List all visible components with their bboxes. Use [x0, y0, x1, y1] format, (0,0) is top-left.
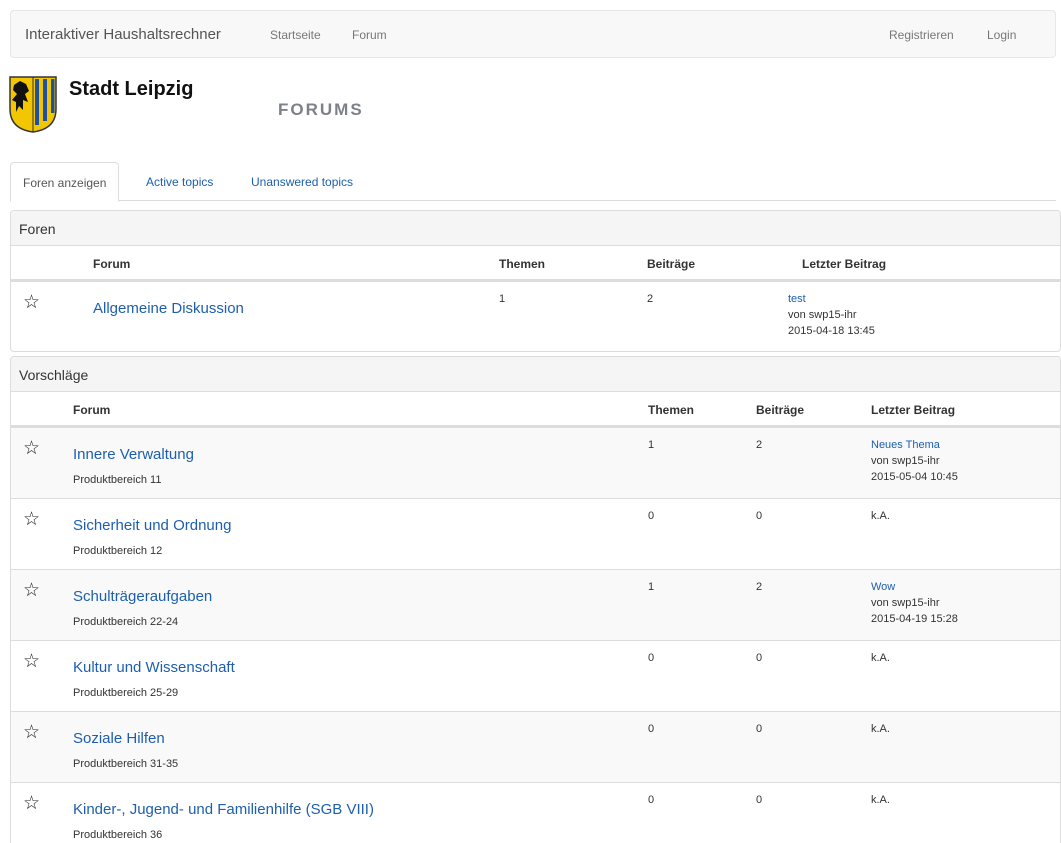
topics-count: 0 — [648, 510, 655, 522]
last-post-date: 2015-04-19 15:28 — [871, 613, 958, 625]
last-post-none: k.A. — [871, 794, 890, 806]
navbar-brand[interactable]: Interaktiver Haushaltsrechner — [25, 26, 221, 43]
table-row: ☆ Kinder-, Jugend- und Familienhilfe (SG… — [11, 782, 1060, 843]
table-header: Forum Themen Beiträge Letzter Beitrag — [11, 246, 1060, 281]
last-post-none: k.A. — [871, 510, 890, 522]
column-header-forum: Forum — [93, 257, 131, 271]
column-header-themen: Themen — [648, 403, 695, 417]
nav-link-startseite[interactable]: Startseite — [270, 28, 321, 42]
topics-count: 1 — [648, 439, 655, 451]
last-post: Neues Thema von swp15-ihr 2015-05-04 10:… — [871, 437, 958, 485]
topics-count: 0 — [648, 723, 655, 735]
posts-count: 2 — [756, 581, 763, 593]
page-title: FORUMS — [278, 100, 364, 119]
panel-vorschlaege: Vorschläge Forum Themen Beiträge Letzter… — [10, 356, 1061, 843]
nav-link-forum[interactable]: Forum — [352, 28, 387, 42]
table-row: ☆ Schulträgeraufgaben Produktbereich 22-… — [11, 569, 1060, 640]
column-header-beitraege: Beiträge — [647, 257, 696, 271]
star-outline-icon[interactable]: ☆ — [23, 510, 40, 529]
column-header-beitraege: Beiträge — [756, 403, 805, 417]
tab-active-topics[interactable]: Active topics — [134, 162, 225, 201]
posts-count: 0 — [756, 510, 763, 522]
forum-link[interactable]: Allgemeine Diskussion — [93, 300, 244, 317]
panel-heading: Vorschläge — [11, 357, 1060, 392]
forum-description: Produktbereich 22-24 — [73, 616, 179, 628]
city-name: Stadt Leipzig — [69, 78, 194, 100]
forum-description: Produktbereich 11 — [73, 474, 162, 486]
last-post-author: von swp15-ihr — [871, 597, 940, 609]
table-row: ☆ Kultur und Wissenschaft Produktbereich… — [11, 640, 1060, 711]
table-row: ☆ Sicherheit und Ordnung Produktbereich … — [11, 498, 1060, 569]
forum-link[interactable]: Soziale Hilfen — [73, 730, 165, 747]
topics-count: 1 — [648, 581, 655, 593]
panel-heading: Foren — [11, 211, 1060, 246]
last-post-none: k.A. — [871, 723, 890, 735]
table-header: Forum Themen Beiträge Letzter Beitrag — [11, 392, 1060, 427]
posts-count: 0 — [756, 723, 763, 735]
last-post-link[interactable]: test — [788, 293, 806, 305]
posts-count: 0 — [756, 794, 763, 806]
last-post-link[interactable]: Neues Thema — [871, 439, 940, 451]
last-post: Wow von swp15-ihr 2015-04-19 15:28 — [871, 579, 958, 627]
forum-link[interactable]: Kinder-, Jugend- und Familienhilfe (SGB … — [73, 801, 374, 818]
forum-link[interactable]: Sicherheit und Ordnung — [73, 517, 231, 534]
nav-link-login[interactable]: Login — [987, 28, 1016, 42]
star-outline-icon[interactable]: ☆ — [23, 723, 40, 742]
star-outline-icon[interactable]: ☆ — [23, 794, 40, 813]
column-header-letzter-beitrag: Letzter Beitrag — [871, 403, 956, 417]
panel-foren: Foren Forum Themen Beiträge Letzter Beit… — [10, 210, 1061, 352]
last-post-date: 2015-05-04 10:45 — [871, 471, 958, 483]
topics-count: 1 — [499, 293, 506, 305]
topics-count: 0 — [648, 652, 655, 664]
nav-link-registrieren[interactable]: Registrieren — [889, 28, 954, 42]
last-post-link[interactable]: Wow — [871, 581, 895, 593]
posts-count: 2 — [756, 439, 763, 451]
forum-link[interactable]: Schulträgeraufgaben — [73, 588, 212, 605]
forum-tabs: Foren anzeigen Active topics Unanswered … — [10, 162, 1056, 202]
forum-link[interactable]: Kultur und Wissenschaft — [73, 659, 235, 676]
table-row: ☆ Soziale Hilfen Produktbereich 31-35 0 … — [11, 711, 1060, 782]
table-row: ☆ Innere Verwaltung Produktbereich 11 1 … — [11, 427, 1060, 498]
star-outline-icon[interactable]: ☆ — [23, 439, 40, 458]
column-header-forum: Forum — [73, 403, 111, 417]
tab-unanswered-topics[interactable]: Unanswered topics — [239, 162, 365, 201]
column-header-themen: Themen — [499, 257, 546, 271]
leipzig-logo — [8, 75, 58, 133]
forum-description: Produktbereich 36 — [73, 829, 163, 841]
posts-count: 2 — [647, 293, 654, 305]
tab-foren-anzeigen[interactable]: Foren anzeigen — [10, 162, 120, 202]
last-post-none: k.A. — [871, 652, 890, 664]
posts-count: 0 — [756, 652, 763, 664]
star-outline-icon[interactable]: ☆ — [23, 293, 40, 312]
last-post-date: 2015-04-18 13:45 — [788, 325, 875, 337]
table-row: ☆ Allgemeine Diskussion 1 2 test von swp… — [11, 281, 1060, 351]
star-outline-icon[interactable]: ☆ — [23, 652, 40, 671]
forum-description: Produktbereich 31-35 — [73, 758, 179, 770]
star-outline-icon[interactable]: ☆ — [23, 581, 40, 600]
last-post: test von swp15-ihr 2015-04-18 13:45 — [788, 291, 875, 339]
last-post-author: von swp15-ihr — [788, 309, 857, 321]
forum-description: Produktbereich 25-29 — [73, 687, 179, 699]
last-post-author: von swp15-ihr — [871, 455, 940, 467]
column-header-letzter-beitrag: Letzter Beitrag — [802, 257, 887, 271]
top-navbar: Interaktiver Haushaltsrechner Startseite… — [10, 10, 1056, 58]
topics-count: 0 — [648, 794, 655, 806]
forum-link[interactable]: Innere Verwaltung — [73, 446, 194, 463]
forum-description: Produktbereich 12 — [73, 545, 163, 557]
